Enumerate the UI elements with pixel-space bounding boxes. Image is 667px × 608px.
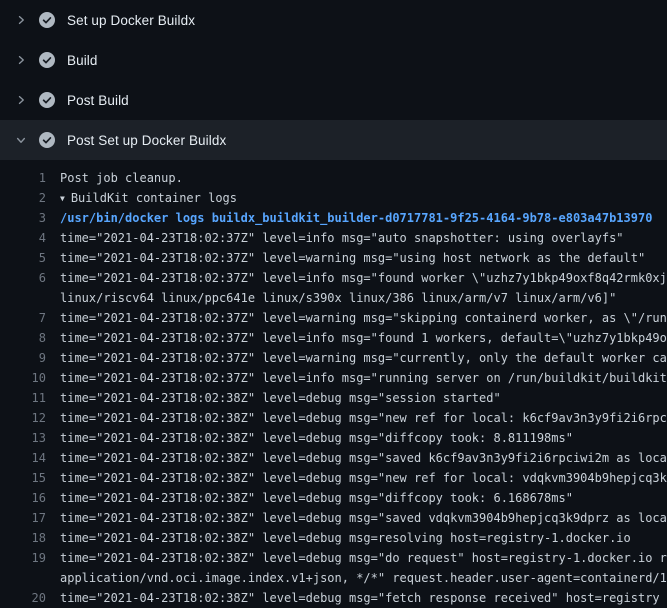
step-label: Post Build (67, 93, 129, 108)
log-text: time="2021-04-23T18:02:37Z" level=warnin… (46, 348, 667, 368)
log-text: application/vnd.oci.image.index.v1+json,… (46, 568, 667, 588)
log-row: 18 time="2021-04-23T18:02:38Z" level=deb… (0, 528, 667, 548)
log-text: time="2021-04-23T18:02:37Z" level=info m… (46, 228, 667, 248)
chevron-right-icon (13, 52, 29, 68)
log-row[interactable]: 2 ▼BuildKit container logs (0, 188, 667, 208)
step-label: Build (67, 53, 98, 68)
log-row: 8 time="2021-04-23T18:02:37Z" level=info… (0, 328, 667, 348)
log-text: time="2021-04-23T18:02:38Z" level=debug … (46, 588, 667, 608)
step-label: Set up Docker Buildx (67, 13, 195, 28)
log-row: 13 time="2021-04-23T18:02:38Z" level=deb… (0, 428, 667, 448)
line-number[interactable]: 18 (0, 528, 46, 548)
log-row: 19 time="2021-04-23T18:02:38Z" level=deb… (0, 548, 667, 568)
log-text: Post job cleanup. (46, 168, 667, 188)
log-row: linux/riscv64 linux/ppc641e linux/s390x … (0, 288, 667, 308)
log-text: time="2021-04-23T18:02:38Z" level=debug … (46, 388, 667, 408)
step-row[interactable]: Post Set up Docker Buildx (0, 120, 667, 160)
log-text: time="2021-04-23T18:02:38Z" level=debug … (46, 528, 667, 548)
log-row: 9 time="2021-04-23T18:02:37Z" level=warn… (0, 348, 667, 368)
line-number[interactable] (0, 288, 46, 308)
line-number[interactable]: 11 (0, 388, 46, 408)
check-circle-icon (39, 132, 55, 148)
chevron-down-icon (13, 132, 29, 148)
log-area[interactable]: 1 Post job cleanup. 2 ▼BuildKit containe… (0, 160, 667, 608)
log-row: 14 time="2021-04-23T18:02:38Z" level=deb… (0, 448, 667, 468)
log-text: /usr/bin/docker logs buildx_buildkit_bui… (46, 208, 667, 228)
line-number[interactable] (0, 568, 46, 588)
line-number[interactable]: 16 (0, 488, 46, 508)
line-number[interactable]: 4 (0, 228, 46, 248)
line-number[interactable]: 15 (0, 468, 46, 488)
log-text: time="2021-04-23T18:02:37Z" level=info m… (46, 368, 667, 388)
chevron-right-icon (13, 12, 29, 28)
log-row: 15 time="2021-04-23T18:02:38Z" level=deb… (0, 468, 667, 488)
line-number[interactable]: 19 (0, 548, 46, 568)
log-text: time="2021-04-23T18:02:38Z" level=debug … (46, 488, 667, 508)
line-number[interactable]: 7 (0, 308, 46, 328)
log-text: time="2021-04-23T18:02:37Z" level=warnin… (46, 248, 667, 268)
step-row[interactable]: Set up Docker Buildx (0, 0, 667, 40)
line-number[interactable]: 6 (0, 268, 46, 288)
line-number[interactable]: 1 (0, 168, 46, 188)
check-circle-icon (39, 12, 55, 28)
check-circle-icon (39, 52, 55, 68)
log-text: time="2021-04-23T18:02:37Z" level=warnin… (46, 308, 667, 328)
step-row[interactable]: Build (0, 40, 667, 80)
check-circle-icon (39, 92, 55, 108)
line-number[interactable]: 5 (0, 248, 46, 268)
log-row: 6 time="2021-04-23T18:02:37Z" level=info… (0, 268, 667, 288)
log-row: 3 /usr/bin/docker logs buildx_buildkit_b… (0, 208, 667, 228)
log-row: 7 time="2021-04-23T18:02:37Z" level=warn… (0, 308, 667, 328)
log-text: time="2021-04-23T18:02:38Z" level=debug … (46, 428, 667, 448)
log-row: application/vnd.oci.image.index.v1+json,… (0, 568, 667, 588)
log-text: time="2021-04-23T18:02:38Z" level=debug … (46, 508, 667, 528)
log-text: time="2021-04-23T18:02:38Z" level=debug … (46, 448, 667, 468)
log-row: 4 time="2021-04-23T18:02:37Z" level=info… (0, 228, 667, 248)
chevron-right-icon (13, 92, 29, 108)
log-text: time="2021-04-23T18:02:38Z" level=debug … (46, 408, 667, 428)
line-number[interactable]: 20 (0, 588, 46, 608)
log-row: 10 time="2021-04-23T18:02:37Z" level=inf… (0, 368, 667, 388)
step-list: Set up Docker Buildx Build P (0, 0, 667, 160)
line-number[interactable]: 17 (0, 508, 46, 528)
log-text: ▼BuildKit container logs (46, 188, 667, 208)
line-number[interactable]: 9 (0, 348, 46, 368)
log-text: linux/riscv64 linux/ppc641e linux/s390x … (46, 288, 667, 308)
log-row: 5 time="2021-04-23T18:02:37Z" level=warn… (0, 248, 667, 268)
log-text: time="2021-04-23T18:02:37Z" level=info m… (46, 268, 667, 288)
step-label: Post Set up Docker Buildx (67, 133, 226, 148)
log-row: 16 time="2021-04-23T18:02:38Z" level=deb… (0, 488, 667, 508)
log-row: 12 time="2021-04-23T18:02:38Z" level=deb… (0, 408, 667, 428)
log-row: 17 time="2021-04-23T18:02:38Z" level=deb… (0, 508, 667, 528)
log-row: 11 time="2021-04-23T18:02:38Z" level=deb… (0, 388, 667, 408)
line-number[interactable]: 13 (0, 428, 46, 448)
log-row: 1 Post job cleanup. (0, 168, 667, 188)
step-row[interactable]: Post Build (0, 80, 667, 120)
line-number[interactable]: 8 (0, 328, 46, 348)
line-number[interactable]: 2 (0, 188, 46, 208)
line-number[interactable]: 3 (0, 208, 46, 228)
log-text: time="2021-04-23T18:02:38Z" level=debug … (46, 468, 667, 488)
log-text: time="2021-04-23T18:02:37Z" level=info m… (46, 328, 667, 348)
group-toggle-icon[interactable]: ▼ (60, 189, 65, 208)
line-number[interactable]: 12 (0, 408, 46, 428)
line-number[interactable]: 14 (0, 448, 46, 468)
line-number[interactable]: 10 (0, 368, 46, 388)
log-row: 20 time="2021-04-23T18:02:38Z" level=deb… (0, 588, 667, 608)
log-text: time="2021-04-23T18:02:38Z" level=debug … (46, 548, 667, 568)
